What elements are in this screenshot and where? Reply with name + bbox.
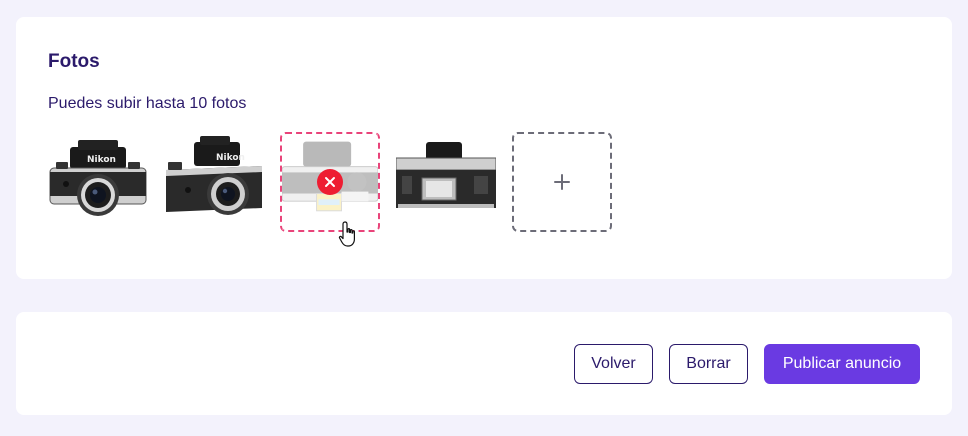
add-photo-button[interactable] bbox=[512, 132, 612, 232]
camera-photo bbox=[396, 132, 496, 232]
hand-pointer-cursor-icon bbox=[338, 221, 355, 247]
camera-brand-text: Nikon bbox=[216, 153, 245, 163]
section-title: Fotos bbox=[48, 51, 100, 72]
upload-hint: Puedes subir hasta 10 fotos bbox=[48, 95, 247, 112]
back-button[interactable]: Volver bbox=[574, 344, 653, 384]
remove-photo-button[interactable] bbox=[317, 169, 343, 195]
clear-button[interactable]: Borrar bbox=[669, 344, 748, 384]
photo-thumbnail[interactable]: Nikon bbox=[48, 132, 148, 232]
camera-photo: Nikon bbox=[48, 132, 148, 232]
camera-brand-text: Nikon bbox=[87, 155, 116, 165]
photo-thumbnail[interactable]: Nikon bbox=[164, 132, 264, 232]
plus-icon bbox=[554, 174, 570, 190]
actions-card: Volver Borrar Publicar anuncio bbox=[16, 312, 952, 415]
photo-thumbnail-selected[interactable] bbox=[280, 132, 380, 247]
photos-card: Fotos Puedes subir hasta 10 fotos Nikon bbox=[16, 17, 952, 279]
photo-thumbnail[interactable] bbox=[396, 132, 496, 232]
publish-button[interactable]: Publicar anuncio bbox=[764, 344, 920, 384]
camera-photo: Nikon bbox=[164, 132, 264, 232]
close-icon bbox=[325, 177, 335, 187]
photo-gallery: Nikon Nikon bbox=[48, 132, 612, 247]
